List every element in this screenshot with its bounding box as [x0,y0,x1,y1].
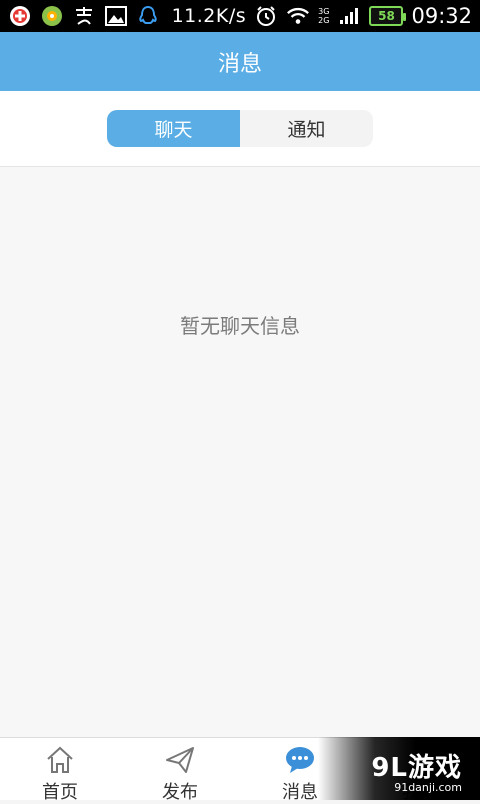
tab-chat[interactable]: 聊天 [107,110,240,147]
tab-bar: 聊天 通知 [0,91,480,167]
watermark: 9L游戏 91danji.com [318,737,480,800]
status-right-info: 11.2K/s 3G 2G 58 09:32 [172,4,472,28]
qq-icon [136,4,160,28]
status-bar: 11.2K/s 3G 2G 58 09:32 [0,0,480,32]
empty-state-text: 暂无聊天信息 [180,314,300,338]
battery-icon: 58 [369,6,407,26]
nav-publish[interactable]: 发布 [140,740,220,803]
nav-home[interactable]: 首页 [20,740,100,803]
compass-icon [40,4,64,28]
status-left-icons [8,4,160,28]
header-bar: 消息 [0,32,480,91]
clock: 09:32 [411,4,472,28]
chat-bubble-icon [284,744,316,776]
network-speed: 11.2K/s [171,5,247,27]
page-title: 消息 [217,51,262,77]
alarm-icon [254,4,278,28]
segmented-control: 聊天 通知 [107,110,373,147]
signal-icon [337,4,361,28]
add-circle-icon [8,4,32,28]
home-icon [44,744,76,776]
image-icon [104,4,128,28]
paper-plane-icon [164,744,196,776]
battery-level: 58 [378,9,395,23]
message-list[interactable]: 暂无聊天信息 [0,167,480,737]
nav-home-label: 首页 [42,782,78,803]
alipay-icon [72,4,96,28]
network-type: 3G 2G [318,7,330,25]
wifi-icon [286,4,310,28]
watermark-domain: 91danji.com [394,781,462,794]
watermark-brand: 9L游戏 [371,753,462,783]
nav-publish-label: 发布 [162,782,198,803]
tab-notifications[interactable]: 通知 [240,110,373,147]
